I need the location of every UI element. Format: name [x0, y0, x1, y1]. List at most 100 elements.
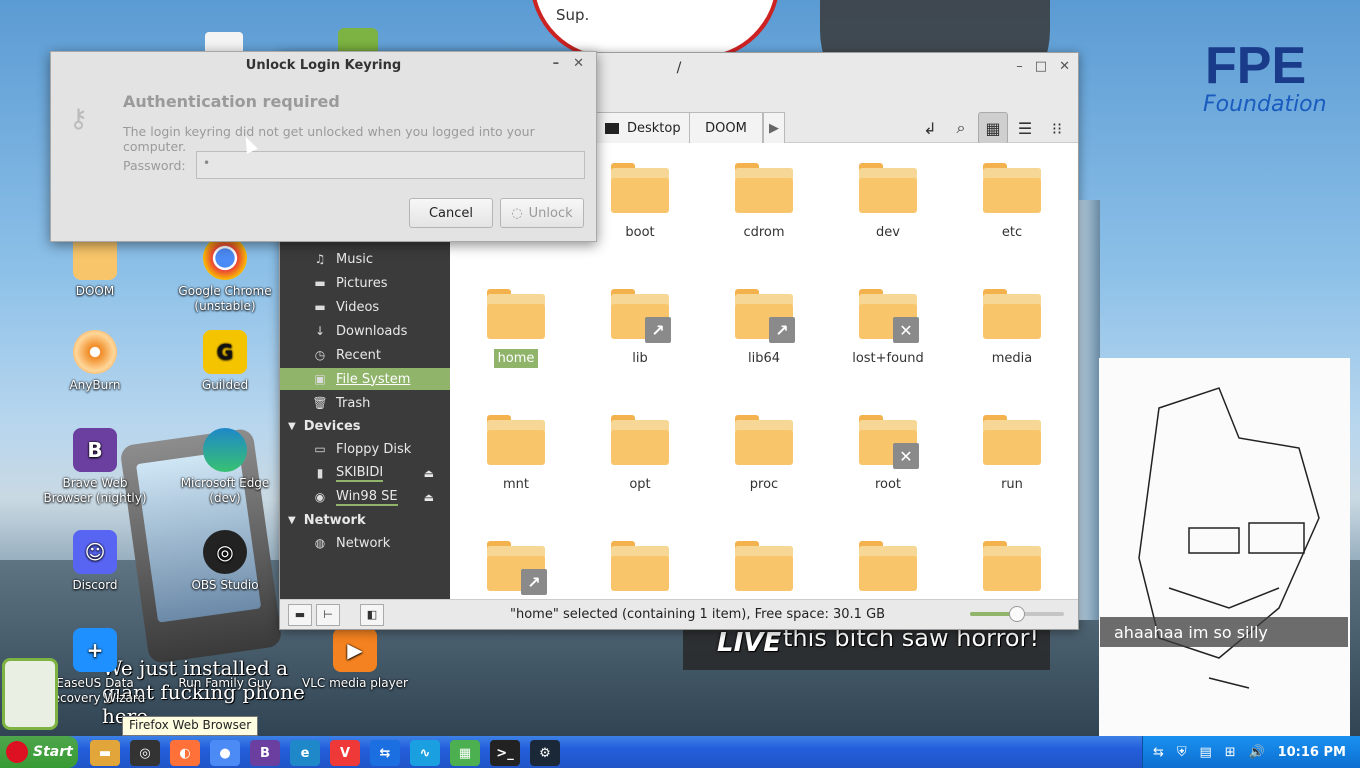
- show-places-button[interactable]: ▬: [288, 603, 312, 626]
- desktop-icon-brave[interactable]: B Brave Web Browser (nightly): [40, 428, 150, 506]
- sidebar-item-skibidi[interactable]: ▮ SKIBIDI ⏏: [280, 462, 450, 484]
- remote-tray-icon[interactable]: ⇆: [1153, 745, 1164, 760]
- breadcrumb-next-button[interactable]: ▶: [763, 112, 785, 144]
- folder-item[interactable]: [957, 541, 1067, 599]
- sidebar-item-win98[interactable]: ◉ Win98 SE ⏏: [280, 486, 450, 508]
- mint-icon[interactable]: [338, 28, 378, 52]
- folder-name: opt: [629, 477, 651, 492]
- sup-text: Sup.: [556, 6, 590, 24]
- minimize-icon[interactable]: –: [553, 56, 560, 71]
- folder-item[interactable]: dev: [833, 163, 943, 242]
- zoom-slider[interactable]: [970, 606, 1064, 622]
- chevron-right-icon: ▶: [769, 120, 779, 136]
- brave-icon[interactable]: B: [250, 740, 280, 766]
- show-tree-button[interactable]: ⊢: [316, 603, 340, 626]
- sidebar-item-file-system[interactable]: ▣ File System: [280, 368, 450, 390]
- close-icon[interactable]: ✕: [573, 56, 584, 71]
- breadcrumb-desktop[interactable]: Desktop: [594, 112, 692, 144]
- folder-item[interactable]: ↗ lib64: [709, 289, 819, 368]
- doodle-drawing: [1099, 358, 1350, 736]
- list-view-button[interactable]: ☰: [1010, 112, 1040, 144]
- minimize-icon[interactable]: –: [1016, 59, 1023, 74]
- search-button[interactable]: ⌕: [946, 112, 976, 144]
- edge-icon: [203, 428, 247, 472]
- filesystem-icon: ▣: [314, 372, 326, 386]
- live-label: LIVE: [717, 628, 782, 658]
- sidebar-header-devices[interactable]: ▼ Devices: [280, 415, 450, 437]
- path-toggle-button[interactable]: ↲: [915, 112, 945, 144]
- clipboard-icon[interactable]: ▤: [1199, 745, 1211, 760]
- terminal-icon[interactable]: >_: [490, 740, 520, 766]
- folder-item[interactable]: [585, 541, 695, 599]
- sidebar-item-floppy[interactable]: ▭ Floppy Disk: [280, 438, 450, 460]
- clock[interactable]: 10:16 PM: [1278, 745, 1346, 760]
- sidebar-item-trash[interactable]: 🗑 Trash: [280, 392, 450, 414]
- obs-icon[interactable]: ◎: [130, 740, 160, 766]
- chrome-icon[interactable]: ●: [210, 740, 240, 766]
- eject-icon[interactable]: ⏏: [424, 467, 434, 480]
- folder-item[interactable]: boot: [585, 163, 695, 242]
- breadcrumb-doom[interactable]: DOOM: [689, 112, 763, 144]
- folder-item[interactable]: mnt: [461, 415, 571, 494]
- folder-item[interactable]: run: [957, 415, 1067, 494]
- shield-icon[interactable]: ⛨: [1177, 745, 1187, 760]
- toggle-sidebar-button[interactable]: ◧: [360, 603, 384, 626]
- calc-icon[interactable]: ▦: [450, 740, 480, 766]
- desktop-icon-familyguy[interactable]: Run Family Guy: [170, 628, 280, 691]
- start-button[interactable]: Start: [0, 736, 78, 768]
- sidebar-item-pictures[interactable]: ▬ Pictures: [280, 272, 450, 294]
- sidebar-item-recent[interactable]: ◷ Recent: [280, 344, 450, 366]
- folder-item[interactable]: opt: [585, 415, 695, 494]
- folder-item[interactable]: media: [957, 289, 1067, 368]
- folder-item[interactable]: ✕ root: [833, 415, 943, 494]
- breadcrumb-label: Desktop: [627, 120, 681, 136]
- network-tray-icon[interactable]: ⊞: [1225, 745, 1236, 760]
- unlock-keyring-dialog[interactable]: Unlock Login Keyring – ✕ ⚷ Authenticatio…: [50, 51, 597, 242]
- desktop-icon-doom[interactable]: DOOM: [40, 236, 150, 299]
- close-icon[interactable]: ✕: [1059, 59, 1070, 74]
- vlc-icon: ▶: [333, 628, 377, 672]
- eject-icon[interactable]: ⏏: [424, 491, 434, 504]
- folder-item[interactable]: ↗ lib: [585, 289, 695, 368]
- expander-icon: ▼: [288, 514, 296, 526]
- folder-item[interactable]: ✕ lost+found: [833, 289, 943, 368]
- breadcrumb-label: DOOM: [705, 120, 747, 136]
- sidebar-item-downloads[interactable]: ↓ Downloads: [280, 320, 450, 342]
- sidebar-item-videos[interactable]: ▬ Videos: [280, 296, 450, 318]
- edge-icon[interactable]: e: [290, 740, 320, 766]
- pictures-icon: ▬: [314, 276, 326, 290]
- steam-icon[interactable]: ⚙: [530, 740, 560, 766]
- sidebar-item-music[interactable]: ♫ Music: [280, 248, 450, 270]
- password-field[interactable]: •: [196, 151, 585, 179]
- dialog-titlebar[interactable]: Unlock Login Keyring – ✕: [51, 52, 596, 78]
- folder-name: media: [991, 351, 1033, 366]
- folder-item[interactable]: [709, 541, 819, 599]
- remote-icon[interactable]: ⇆: [370, 740, 400, 766]
- icon-view-button[interactable]: ▦: [978, 112, 1008, 144]
- firefox-icon[interactable]: ◐: [170, 740, 200, 766]
- compact-view-button[interactable]: ⁝⁝: [1042, 112, 1072, 144]
- folder-item[interactable]: ↗: [461, 541, 571, 599]
- desktop-icon-edge[interactable]: Microsoft Edge (dev): [170, 428, 280, 506]
- sidebar-item-network[interactable]: ◍ Network: [280, 532, 450, 554]
- folder-item[interactable]: cdrom: [709, 163, 819, 242]
- desktop-icon-obs[interactable]: ◎ OBS Studio: [170, 530, 280, 593]
- desktop-icon-guilded[interactable]: G Guilded: [170, 330, 280, 393]
- folder-item[interactable]: home: [461, 289, 571, 368]
- desktop-icon-anyburn[interactable]: AnyBurn: [40, 330, 150, 393]
- monitor-icon[interactable]: ∿: [410, 740, 440, 766]
- folder-item[interactable]: proc: [709, 415, 819, 494]
- cancel-button[interactable]: Cancel: [409, 198, 493, 228]
- sidebar-header-network[interactable]: ▼ Network: [280, 509, 450, 531]
- vivaldi-icon[interactable]: V: [330, 740, 360, 766]
- zoom-slider-handle[interactable]: [1009, 606, 1025, 622]
- desktop-icon-vlc[interactable]: ▶ VLC media player: [300, 628, 410, 691]
- volume-icon[interactable]: 🔊: [1249, 745, 1265, 760]
- maximize-icon[interactable]: □: [1035, 59, 1047, 74]
- desktop-icon-discord[interactable]: ☺ Discord: [40, 530, 150, 593]
- folder-item[interactable]: etc: [957, 163, 1067, 242]
- files-icon[interactable]: ▬: [90, 740, 120, 766]
- unlock-button[interactable]: ◌ Unlock: [500, 198, 584, 228]
- folder-item[interactable]: [833, 541, 943, 599]
- desktop-icon-chrome[interactable]: Google Chrome (unstable): [170, 236, 280, 314]
